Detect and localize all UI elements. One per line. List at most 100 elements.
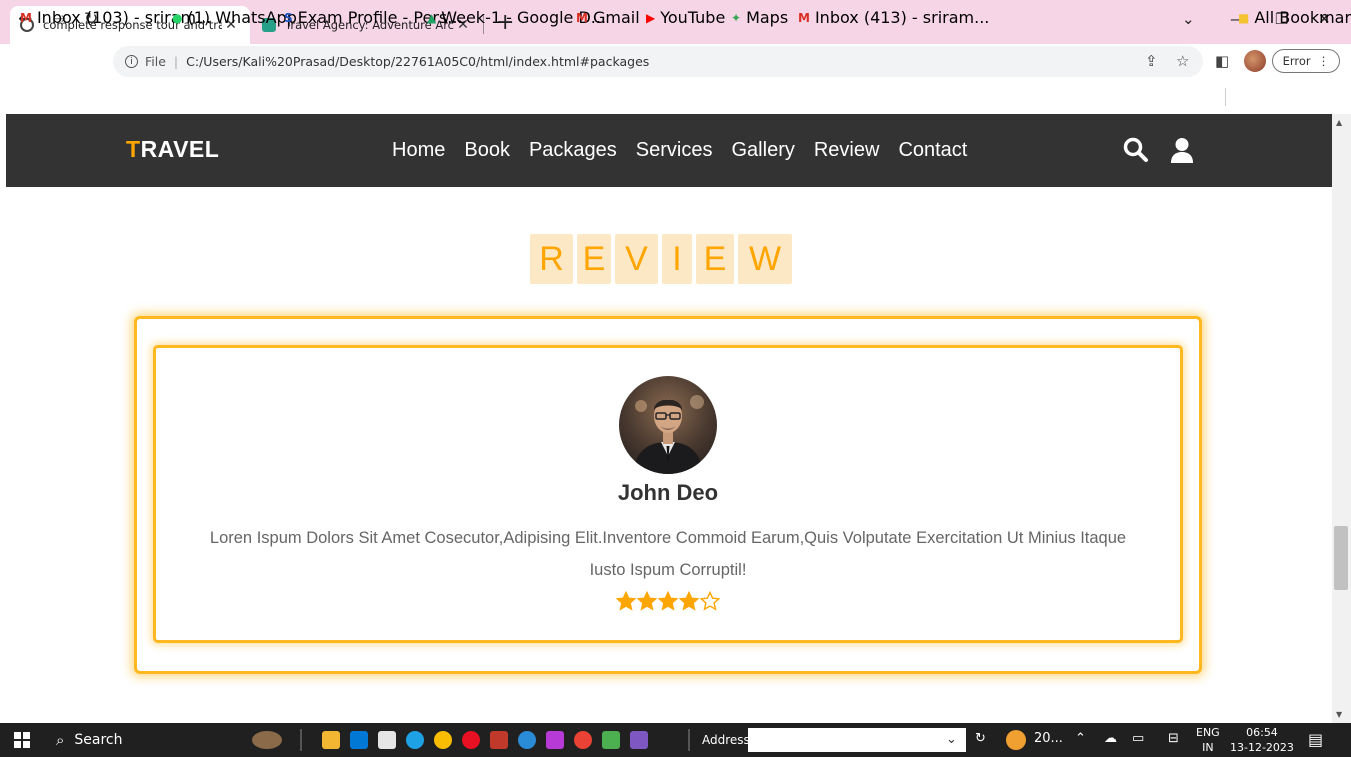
nav-gallery[interactable]: Gallery [732, 139, 795, 162]
app-icon[interactable] [490, 731, 508, 749]
sidepanel-icon[interactable]: ◧ [1215, 52, 1229, 70]
refresh-icon[interactable]: ↻ [975, 731, 986, 746]
heading-letter: W [738, 234, 792, 284]
info-icon[interactable]: i [125, 55, 138, 68]
bookmark-label: Maps [746, 8, 789, 27]
scrollbar-thumb[interactable] [1334, 526, 1348, 590]
bison-widget-icon[interactable] [252, 731, 282, 749]
heading-letter: E [696, 234, 734, 284]
reviewer-avatar [619, 376, 717, 474]
edge-icon[interactable] [406, 731, 424, 749]
star-filled-icon [658, 591, 678, 611]
nav-contact[interactable]: Contact [898, 139, 967, 162]
search-icon: ⌕ [56, 731, 65, 749]
page-scrollbar[interactable] [1332, 114, 1351, 723]
user-icon[interactable] [1168, 136, 1196, 164]
logo-rest: RAVEL [140, 136, 220, 162]
url-text[interactable]: C:/Users/Kali%20Prasad/Desktop/22761A05C… [186, 54, 649, 69]
divider: | [173, 54, 179, 69]
taskbar-address-label: Address [702, 733, 750, 747]
chevron-down-icon[interactable]: ⌄ [946, 732, 957, 747]
star-filled-icon [637, 591, 657, 611]
bookmark-label: YouTube [660, 8, 726, 27]
main-nav: Home Book Packages Services Gallery Revi… [392, 139, 986, 162]
heading-letter: R [530, 234, 573, 284]
nav-packages[interactable]: Packages [529, 139, 617, 162]
clock-time: 06:54 [1246, 726, 1278, 739]
battery-icon[interactable]: ▭ [1132, 731, 1144, 746]
nav-services[interactable]: Services [636, 139, 713, 162]
bookmarks-bar [0, 82, 1351, 112]
bookmark-label: (1) WhatsApp [187, 8, 297, 27]
app-icon[interactable] [602, 731, 620, 749]
taskbar-separator [688, 729, 690, 751]
logo-first-letter: T [126, 136, 141, 162]
taskbar-search-label: Search [74, 732, 123, 748]
language-indicator[interactable]: ENG IN [1196, 725, 1220, 755]
opera-icon[interactable] [462, 731, 480, 749]
clock-date: 13-12-2023 [1230, 741, 1294, 754]
site-logo[interactable]: TRAVEL [126, 136, 219, 163]
weather-temp[interactable]: 20... [1034, 731, 1063, 746]
bookmark-item[interactable]: M Gmail [576, 8, 640, 27]
file-explorer-icon[interactable] [322, 731, 340, 749]
lang-bottom: IN [1202, 741, 1214, 754]
notification-icon[interactable]: ▤ [1308, 730, 1323, 749]
chevron-up-icon[interactable]: ⌃ [1075, 731, 1086, 746]
bookmark-item[interactable]: ▶ YouTube [646, 8, 725, 27]
network-icon[interactable]: ⊟ [1168, 731, 1179, 746]
windows-start-icon[interactable] [14, 732, 30, 748]
share-icon[interactable]: ⇪ [1145, 52, 1158, 70]
reviewer-name: John Deo [617, 480, 719, 505]
s-icon: S [284, 10, 293, 25]
taskbar-search[interactable]: ⌕ Search [48, 723, 248, 757]
heading-letter: E [577, 234, 611, 284]
chevron-down-icon[interactable]: ⌄ [1182, 10, 1195, 28]
star-filled-icon [616, 591, 636, 611]
nav-home[interactable]: Home [392, 139, 445, 162]
nav-book[interactable]: Book [464, 139, 510, 162]
address-bar[interactable]: i File | C:/Users/Kali%20Prasad/Desktop/… [113, 46, 1203, 77]
skype-icon[interactable] [518, 731, 536, 749]
maps-icon: ✦ [731, 10, 742, 25]
store-icon[interactable] [378, 731, 396, 749]
star-filled-icon [679, 591, 699, 611]
search-icon[interactable] [1122, 136, 1150, 164]
drive-icon: ▲ [427, 10, 437, 25]
error-label: Error [1282, 54, 1311, 68]
lang-top: ENG [1196, 726, 1220, 739]
app-icon[interactable] [546, 731, 564, 749]
profile-avatar[interactable] [1244, 50, 1266, 72]
bookmark-item[interactable]: ✦ Maps [731, 8, 788, 27]
bookmark-label: Inbox (413) - sriram... [814, 8, 990, 27]
gmail-icon: M [576, 10, 588, 25]
star-rating [616, 591, 720, 611]
nav-review[interactable]: Review [814, 139, 880, 162]
chrome-profile-icon[interactable] [574, 731, 592, 749]
weather-icon [1006, 730, 1026, 750]
site-header: TRAVEL Home Book Packages Services Galle… [6, 114, 1332, 187]
scroll-down-icon[interactable]: ▼ [1336, 710, 1342, 719]
bookmark-item[interactable]: ● (1) WhatsApp [172, 8, 297, 27]
error-button[interactable]: Error ⋮ [1272, 49, 1340, 73]
star-icon[interactable]: ☆ [1176, 52, 1189, 70]
mail-icon[interactable] [350, 731, 368, 749]
taskbar-address-input[interactable] [748, 728, 966, 752]
bookmark-label: Gmail [592, 8, 640, 27]
bookmark-item[interactable]: M Inbox (413) - sriram... [798, 8, 989, 27]
all-bookmarks-label: All Bookmarks [1254, 8, 1351, 27]
folder-icon: ■ [1238, 10, 1250, 25]
all-bookmarks[interactable]: ■ All Bookmarks [1238, 8, 1351, 27]
windows-taskbar: ⌕ Search Address ⌄ ↻ 20... ⌃ ☁ ▭ ⊟ ENG IN… [0, 723, 1351, 757]
taskbar-clock[interactable]: 06:54 13-12-2023 [1230, 725, 1294, 755]
onedrive-icon[interactable]: ☁ [1104, 731, 1117, 746]
visual-studio-icon[interactable] [630, 731, 648, 749]
review-text: Loren Ispum Dolors Sit Amet Cosecutor,Ad… [209, 529, 1127, 579]
section-heading-review: R E V I E W [530, 234, 792, 284]
gmail-icon: M [798, 10, 810, 25]
bookmark-separator [1225, 88, 1226, 106]
star-empty-icon [700, 591, 720, 611]
chrome-icon[interactable] [434, 731, 452, 749]
heading-letter: I [662, 234, 692, 284]
scroll-up-icon[interactable]: ▲ [1336, 118, 1342, 127]
